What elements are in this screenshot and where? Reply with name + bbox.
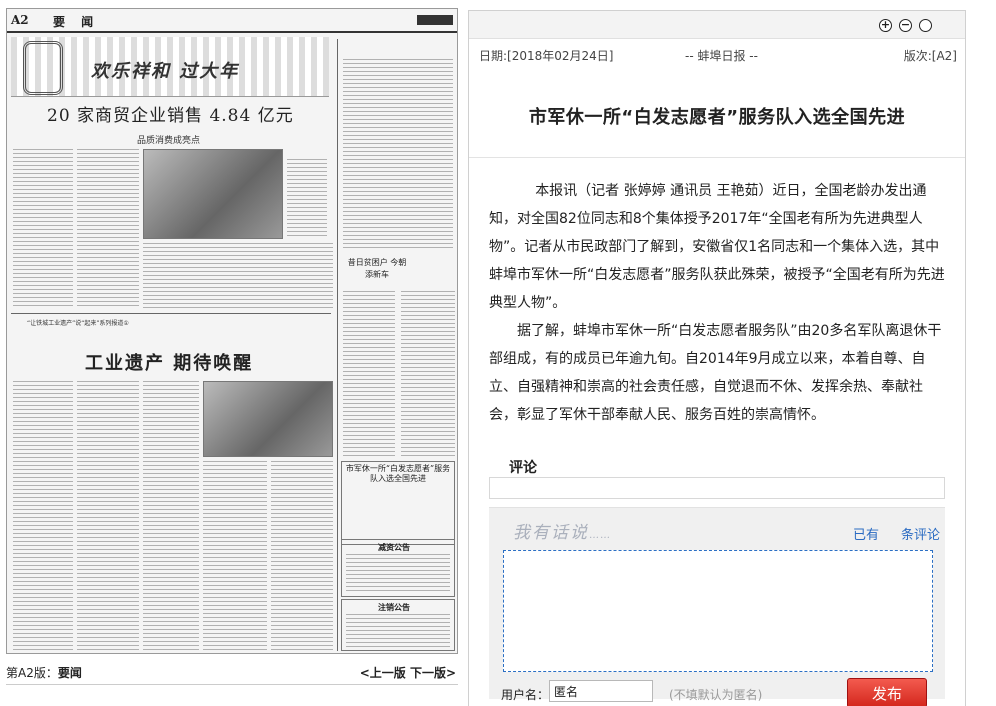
article-paragraph: 本报讯（记者 张婷婷 通讯员 王艳茹）近日，全国老龄办发出通知，对全国82位同志… <box>489 183 945 311</box>
series-intro: “让铁城工业遗产”说“起来”系列报道① <box>27 320 129 327</box>
page-nav: <上一版 下一版> <box>360 664 456 681</box>
festive-banner-text: 欢乐祥和 过大年 <box>91 61 240 82</box>
notice-text <box>346 614 450 648</box>
comment-list-bar <box>489 477 945 499</box>
shopping-photo <box>143 149 283 239</box>
page-indicator-section: 要闻 <box>57 666 82 680</box>
headline-sales: 20 家商贸企业销售 4.84 亿元 <box>47 106 294 126</box>
divider <box>6 684 458 685</box>
article-date: 日期:[2018年02月24日] <box>479 49 614 63</box>
comment-count-prefix[interactable]: 已有 <box>853 524 879 543</box>
reset-circle-icon[interactable] <box>919 19 932 32</box>
newspaper-page-image[interactable]: A2 要 闻 欢乐祥和 过大年 20 家商贸企业销售 4.84 亿元 品质消费成… <box>6 8 458 654</box>
article-text-block <box>77 149 139 309</box>
page-scrollbar[interactable] <box>966 10 990 706</box>
comment-hint-dots: …… <box>589 530 611 541</box>
newspaper-masthead-logo <box>417 15 453 25</box>
chinese-knot-icon <box>23 41 63 95</box>
article-paragraph: 据了解，蚌埠市军休一所“白发志愿者服务队”由20多名军队离退休干部组成，有的成员… <box>489 323 942 423</box>
comment-hint: 我有话说…… <box>513 518 611 543</box>
notice-box-2: 注销公告 <box>341 599 455 651</box>
article-text-block <box>203 461 267 651</box>
zoom-out-icon[interactable]: − <box>899 19 912 32</box>
heritage-building-photo <box>203 381 333 457</box>
article-text-block <box>77 381 139 651</box>
notice-text <box>346 554 450 594</box>
article-text-block <box>287 159 327 239</box>
article-title: 市军休一所“白发志愿者”服务队入选全国先进 <box>528 107 906 128</box>
column-divider <box>337 39 338 651</box>
side-story-headline: 昔日贫困户 今朝添新车 <box>347 258 407 279</box>
zoom-in-icon[interactable]: + <box>879 19 892 32</box>
subhead-sales: 品质消费成亮点 <box>137 136 201 146</box>
comment-hint-text: 我有话说 <box>513 523 589 543</box>
divider <box>11 313 331 314</box>
page-number: 版次:[A2] <box>903 49 957 63</box>
newspaper-page-code: A2 <box>11 13 29 27</box>
page-indicator-label: 第A2版： <box>6 666 58 680</box>
page-indicator: 第A2版：要闻 <box>6 664 82 681</box>
article-text-block <box>13 149 73 309</box>
article-meta: 日期:[2018年02月24日] -- 蚌埠日报 -- 版次:[A2] <box>479 47 957 65</box>
article-text-block <box>143 381 199 651</box>
submit-comment-button[interactable]: 发布 <box>847 678 927 706</box>
comment-heading: 评论 <box>509 460 537 476</box>
comment-textarea[interactable] <box>503 550 933 672</box>
divider <box>469 157 965 158</box>
article-body: 本报讯（记者 张婷婷 通讯员 王艳茹）近日，全国老龄办发出通知，对全国82位同志… <box>489 177 947 429</box>
notice-2-title: 注销公告 <box>378 603 410 612</box>
newspaper-header: A2 要 闻 <box>7 9 457 33</box>
article-reader-panel: + − 日期:[2018年02月24日] -- 蚌埠日报 -- 版次:[A2] … <box>468 10 966 706</box>
article-highlight-box[interactable]: 市军休一所“白发志愿者”服务队入选全国先进 <box>341 461 455 545</box>
article-text-block <box>271 461 333 651</box>
username-label: 用户名： <box>501 688 550 702</box>
newspaper-panel: A2 要 闻 欢乐祥和 过大年 20 家商贸企业销售 4.84 亿元 品质消费成… <box>0 0 462 706</box>
reader-toolbar: + − <box>469 11 965 39</box>
article-text-block <box>401 291 455 457</box>
next-page-link[interactable]: 下一版> <box>410 666 456 680</box>
comment-count-suffix[interactable]: 条评论 <box>901 524 940 543</box>
headline-industrial-heritage: 工业遗产 期待唤醒 <box>85 353 254 374</box>
article-text-block <box>343 291 395 457</box>
notice-box-1: 减资公告 <box>341 539 455 597</box>
newspaper-section-title: 要 闻 <box>53 15 100 29</box>
newspaper-footer: 第A2版：要闻 <上一版 下一版> <box>6 664 458 680</box>
festive-banner: 欢乐祥和 过大年 <box>11 37 329 97</box>
prev-page-link[interactable]: <上一版 <box>360 666 406 680</box>
article-text-block <box>343 59 453 249</box>
username-note: (不填默认为匿名) <box>669 688 763 702</box>
article-text-block <box>13 381 73 651</box>
side-story-2-headline: 市军休一所“白发志愿者”服务队入选全国先进 <box>345 464 451 483</box>
article-text-block <box>143 243 333 309</box>
notice-1-title: 减资公告 <box>378 543 410 552</box>
comment-form: 我有话说…… 已有 条评论 用户名： (不填默认为匿名) 发布 <box>489 507 945 706</box>
username-input[interactable] <box>549 680 653 702</box>
newspaper-name: -- 蚌埠日报 -- <box>685 49 758 63</box>
